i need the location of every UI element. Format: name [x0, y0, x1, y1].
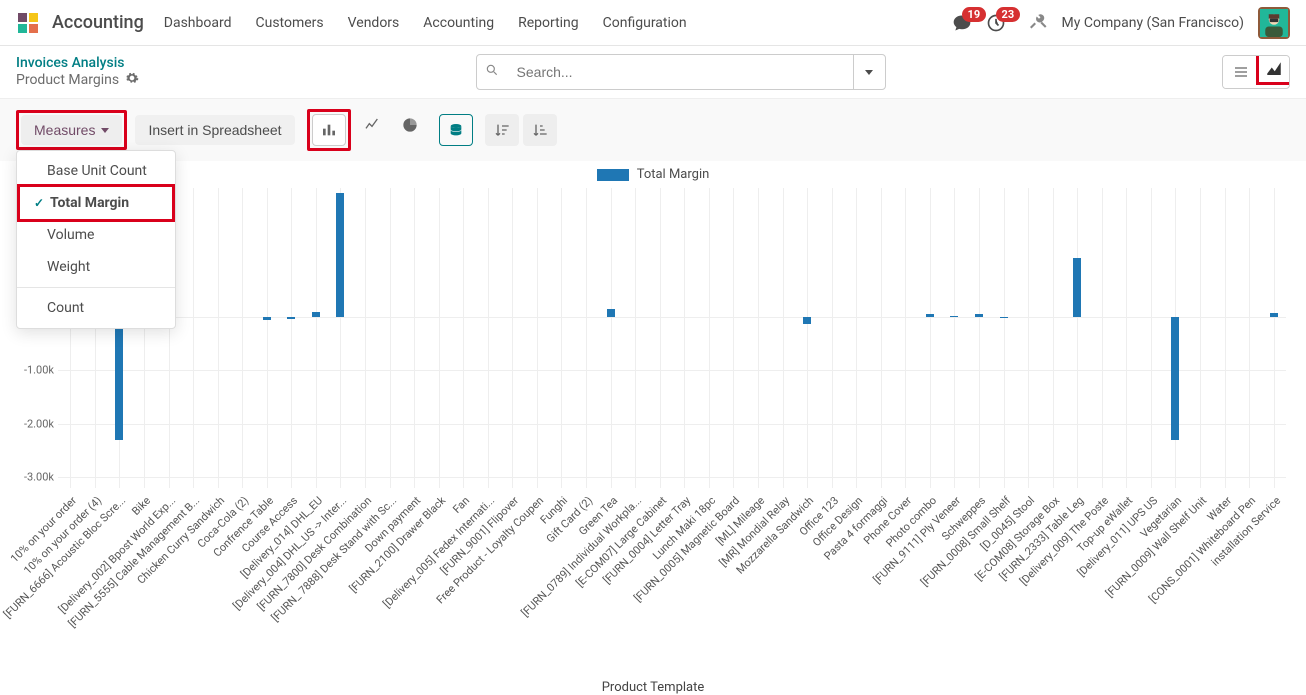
stacked-button[interactable] — [439, 114, 473, 146]
topnav-right: 19 23 My Company (San Francisco) — [952, 7, 1290, 39]
view-list-button[interactable] — [1223, 56, 1259, 88]
chart-bar[interactable] — [1073, 258, 1081, 317]
check-icon: ✓ — [34, 196, 44, 210]
app-logo — [16, 11, 40, 35]
chart-bar[interactable] — [263, 317, 271, 320]
chart-type-group — [307, 109, 427, 151]
breadcrumb-current: Product Margins — [16, 72, 119, 88]
measure-base-unit-count[interactable]: Base Unit Count — [17, 155, 175, 187]
tools-icon[interactable] — [1030, 12, 1048, 34]
chart-bar[interactable] — [975, 314, 983, 316]
measures-highlight: Measures — [16, 110, 127, 150]
activities-icon[interactable]: 23 — [986, 13, 1006, 33]
sort-group — [485, 114, 557, 146]
chart-xlabels: 10% on your order10% on your order (4)[F… — [58, 488, 1286, 688]
chart-area: Total Margin 0.00-1.00k-2.00k-3.00k 10% … — [0, 161, 1306, 695]
chart-bar[interactable] — [1000, 317, 1008, 319]
ytick: -1.00k — [16, 364, 54, 377]
chart-bar[interactable] — [1171, 317, 1179, 440]
nav-accounting[interactable]: Accounting — [423, 15, 494, 31]
nav-customers[interactable]: Customers — [256, 15, 324, 31]
chart-bar[interactable] — [926, 314, 934, 317]
search-box — [476, 54, 886, 90]
company-selector[interactable]: My Company (San Francisco) — [1062, 15, 1244, 31]
nav-vendors[interactable]: Vendors — [348, 15, 400, 31]
gear-icon[interactable] — [125, 71, 139, 89]
sort-desc-button[interactable] — [485, 114, 519, 146]
measure-count[interactable]: Count — [17, 292, 175, 324]
nav-reporting[interactable]: Reporting — [518, 15, 579, 31]
nav-dashboard[interactable]: Dashboard — [164, 15, 232, 31]
measure-total-margin[interactable]: ✓Total Margin — [17, 184, 175, 222]
bar-chart-button[interactable] — [312, 114, 346, 146]
xlabel: Free Product - Loyalty Coupen — [434, 494, 546, 606]
legend-swatch — [597, 169, 629, 181]
topnav: Accounting Dashboard Customers Vendors A… — [0, 0, 1306, 46]
chart-bar[interactable] — [803, 317, 811, 325]
search-input[interactable] — [507, 56, 853, 88]
chart-bar[interactable] — [336, 193, 344, 316]
view-graph-button[interactable] — [1256, 55, 1290, 85]
measures-label: Measures — [34, 122, 95, 138]
chart-bar[interactable] — [950, 316, 958, 317]
ytick: -3.00k — [16, 471, 54, 484]
chevron-down-icon — [865, 70, 873, 75]
breadcrumb: Invoices Analysis Product Margins — [16, 55, 139, 89]
search-options-button[interactable] — [853, 55, 885, 89]
breadcrumb-bottom: Product Margins — [16, 71, 139, 89]
chart-plot: 0.00-1.00k-2.00k-3.00k — [58, 188, 1286, 488]
legend-label: Total Margin — [637, 167, 710, 182]
search-wrap — [155, 54, 1206, 90]
stack-group — [439, 114, 473, 146]
search-icon — [477, 63, 507, 81]
chart-bar[interactable] — [1270, 313, 1278, 316]
ytick: -2.00k — [16, 417, 54, 430]
chart-legend: Total Margin — [16, 161, 1290, 188]
dropdown-separator — [17, 287, 175, 288]
measure-weight[interactable]: Weight — [17, 251, 175, 283]
sort-asc-button[interactable] — [523, 114, 557, 146]
subheader: Invoices Analysis Product Margins — [0, 46, 1306, 98]
line-chart-button[interactable] — [355, 109, 389, 141]
activities-badge: 23 — [996, 7, 1021, 22]
measures-dropdown: Base Unit Count ✓Total Margin Volume Wei… — [16, 150, 176, 329]
avatar[interactable] — [1258, 7, 1290, 39]
nav-links: Dashboard Customers Vendors Accounting R… — [164, 15, 687, 31]
insert-spreadsheet-button[interactable]: Insert in Spreadsheet — [135, 115, 294, 145]
nav-configuration[interactable]: Configuration — [603, 15, 687, 31]
chart-bar[interactable] — [287, 317, 295, 319]
chart-bar[interactable] — [312, 312, 320, 317]
app-title[interactable]: Accounting — [52, 12, 144, 33]
measure-volume[interactable]: Volume — [17, 219, 175, 251]
chart-bar[interactable] — [115, 317, 123, 440]
breadcrumb-top[interactable]: Invoices Analysis — [16, 55, 139, 71]
barchart-highlight — [307, 109, 351, 151]
chevron-down-icon — [101, 128, 109, 133]
measures-button[interactable]: Measures — [21, 115, 122, 145]
chart-bar[interactable] — [607, 309, 615, 317]
messages-icon[interactable]: 19 — [952, 13, 972, 33]
graph-toolbar: Measures Insert in Spreadsheet — [0, 98, 1306, 161]
messages-badge: 19 — [962, 7, 987, 22]
view-switcher — [1222, 55, 1290, 89]
pie-chart-button[interactable] — [393, 109, 427, 141]
